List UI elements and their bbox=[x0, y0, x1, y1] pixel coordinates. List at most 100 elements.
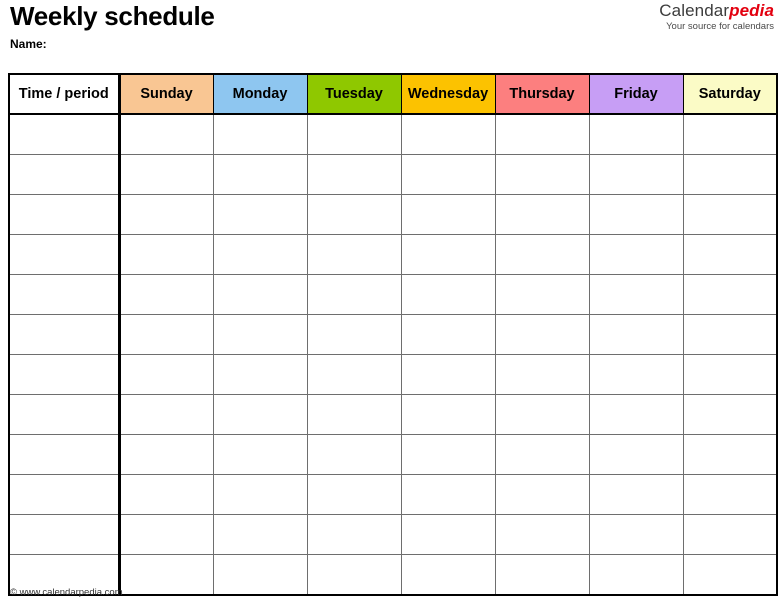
document-header: Weekly schedule Name: Calendarpedia Your… bbox=[8, 0, 776, 73]
schedule-cell[interactable] bbox=[682, 474, 778, 515]
schedule-cell[interactable] bbox=[212, 394, 308, 435]
time-period-cell[interactable] bbox=[8, 234, 121, 275]
schedule-cell[interactable] bbox=[212, 354, 308, 395]
schedule-cell[interactable] bbox=[118, 194, 214, 235]
schedule-cell[interactable] bbox=[212, 434, 308, 475]
time-period-cell[interactable] bbox=[8, 354, 121, 395]
schedule-cell[interactable] bbox=[400, 113, 496, 155]
schedule-cell[interactable] bbox=[212, 274, 308, 315]
schedule-cell[interactable] bbox=[682, 314, 778, 355]
schedule-cell[interactable] bbox=[588, 314, 684, 355]
time-period-cell[interactable] bbox=[8, 474, 121, 515]
schedule-cell[interactable] bbox=[588, 554, 684, 596]
schedule-cell[interactable] bbox=[118, 234, 214, 275]
schedule-cell[interactable] bbox=[682, 113, 778, 155]
schedule-cell[interactable] bbox=[588, 113, 684, 155]
schedule-cell[interactable] bbox=[306, 514, 402, 555]
time-period-cell[interactable] bbox=[8, 113, 121, 155]
schedule-cell[interactable] bbox=[588, 234, 684, 275]
schedule-cell[interactable] bbox=[400, 434, 496, 475]
schedule-cell[interactable] bbox=[682, 274, 778, 315]
schedule-cell[interactable] bbox=[306, 474, 402, 515]
schedule-cell[interactable] bbox=[306, 194, 402, 235]
schedule-cell[interactable] bbox=[682, 434, 778, 475]
schedule-cell[interactable] bbox=[118, 514, 214, 555]
schedule-cell[interactable] bbox=[682, 514, 778, 555]
time-period-cell[interactable] bbox=[8, 314, 121, 355]
schedule-cell[interactable] bbox=[588, 514, 684, 555]
schedule-cell[interactable] bbox=[306, 314, 402, 355]
schedule-cell[interactable] bbox=[306, 234, 402, 275]
schedule-cell[interactable] bbox=[682, 154, 778, 195]
schedule-cell[interactable] bbox=[212, 194, 308, 235]
schedule-cell[interactable] bbox=[212, 474, 308, 515]
schedule-cell[interactable] bbox=[400, 154, 496, 195]
schedule-cell[interactable] bbox=[306, 554, 402, 596]
time-period-cell[interactable] bbox=[8, 394, 121, 435]
schedule-cell[interactable] bbox=[682, 354, 778, 395]
schedule-cell[interactable] bbox=[212, 554, 308, 596]
schedule-cell[interactable] bbox=[682, 554, 778, 596]
schedule-cell[interactable] bbox=[494, 394, 590, 435]
schedule-cell[interactable] bbox=[588, 274, 684, 315]
schedule-cell[interactable] bbox=[588, 434, 684, 475]
schedule-cell[interactable] bbox=[494, 274, 590, 315]
schedule-cell[interactable] bbox=[212, 154, 308, 195]
schedule-cell[interactable] bbox=[494, 234, 590, 275]
time-period-cell[interactable] bbox=[8, 154, 121, 195]
schedule-cell[interactable] bbox=[306, 113, 402, 155]
schedule-cell[interactable] bbox=[306, 394, 402, 435]
time-period-cell[interactable] bbox=[8, 194, 121, 235]
schedule-cell[interactable] bbox=[212, 113, 308, 155]
schedule-cell[interactable] bbox=[212, 314, 308, 355]
schedule-cell[interactable] bbox=[118, 274, 214, 315]
schedule-cell[interactable] bbox=[682, 194, 778, 235]
schedule-cell[interactable] bbox=[400, 234, 496, 275]
schedule-cell[interactable] bbox=[494, 554, 590, 596]
schedule-cell[interactable] bbox=[118, 154, 214, 195]
time-period-cell[interactable] bbox=[8, 274, 121, 315]
schedule-cell[interactable] bbox=[588, 394, 684, 435]
schedule-cell[interactable] bbox=[118, 394, 214, 435]
schedule-cell[interactable] bbox=[494, 474, 590, 515]
time-period-cell[interactable] bbox=[8, 434, 121, 475]
schedule-cell[interactable] bbox=[494, 514, 590, 555]
schedule-cell[interactable] bbox=[494, 354, 590, 395]
schedule-cell[interactable] bbox=[494, 194, 590, 235]
schedule-cell[interactable] bbox=[400, 554, 496, 596]
schedule-cell[interactable] bbox=[494, 314, 590, 355]
schedule-cell[interactable] bbox=[306, 354, 402, 395]
schedule-cell[interactable] bbox=[118, 554, 214, 596]
schedule-cell[interactable] bbox=[400, 394, 496, 435]
schedule-cell[interactable] bbox=[118, 113, 214, 155]
schedule-cell[interactable] bbox=[400, 274, 496, 315]
schedule-cell[interactable] bbox=[400, 354, 496, 395]
time-period-cell[interactable] bbox=[8, 514, 121, 555]
schedule-cell[interactable] bbox=[306, 274, 402, 315]
schedule-cell[interactable] bbox=[306, 434, 402, 475]
table-row bbox=[8, 234, 778, 275]
schedule-cell[interactable] bbox=[118, 474, 214, 515]
schedule-cell[interactable] bbox=[494, 434, 590, 475]
table-row bbox=[8, 514, 778, 555]
weekly-schedule-page: Weekly schedule Name: Calendarpedia Your… bbox=[0, 0, 784, 600]
schedule-cell[interactable] bbox=[400, 514, 496, 555]
schedule-cell[interactable] bbox=[588, 474, 684, 515]
schedule-cell[interactable] bbox=[306, 154, 402, 195]
schedule-cell[interactable] bbox=[400, 194, 496, 235]
schedule-cell[interactable] bbox=[494, 154, 590, 195]
schedule-cell[interactable] bbox=[494, 113, 590, 155]
schedule-cell[interactable] bbox=[400, 474, 496, 515]
schedule-cell[interactable] bbox=[400, 314, 496, 355]
schedule-cell[interactable] bbox=[588, 154, 684, 195]
schedule-cell[interactable] bbox=[588, 354, 684, 395]
schedule-cell[interactable] bbox=[682, 394, 778, 435]
schedule-cell[interactable] bbox=[212, 514, 308, 555]
schedule-cell[interactable] bbox=[118, 314, 214, 355]
brand-wordmark: Calendarpedia bbox=[659, 1, 774, 20]
schedule-cell[interactable] bbox=[118, 434, 214, 475]
schedule-cell[interactable] bbox=[212, 234, 308, 275]
schedule-cell[interactable] bbox=[682, 234, 778, 275]
schedule-cell[interactable] bbox=[588, 194, 684, 235]
schedule-cell[interactable] bbox=[118, 354, 214, 395]
